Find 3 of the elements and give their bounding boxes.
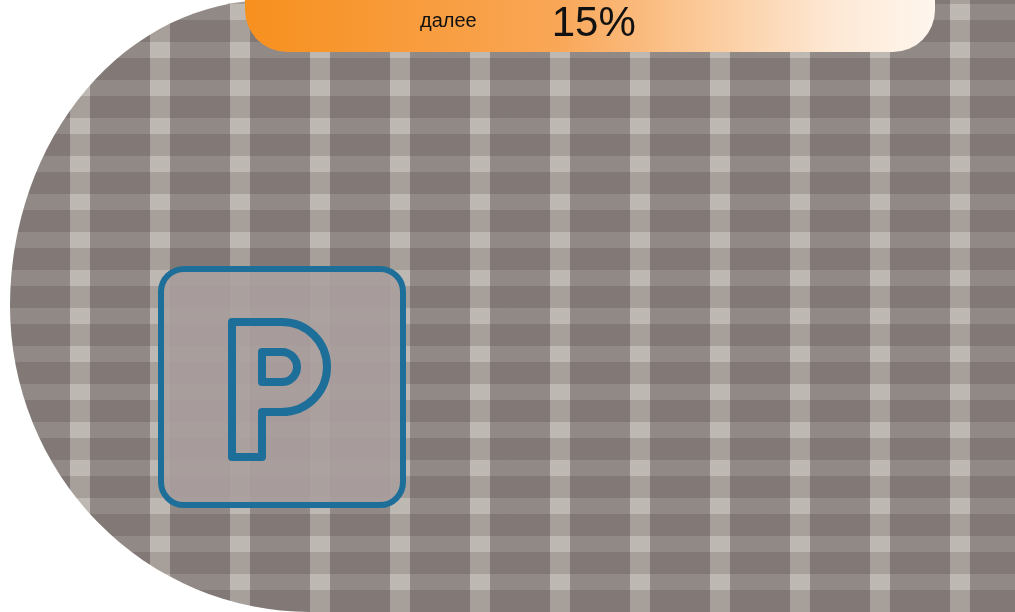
parking-icon bbox=[158, 266, 406, 508]
banner-caption: далее bbox=[420, 10, 477, 33]
discount-value: 15% bbox=[551, 0, 636, 44]
